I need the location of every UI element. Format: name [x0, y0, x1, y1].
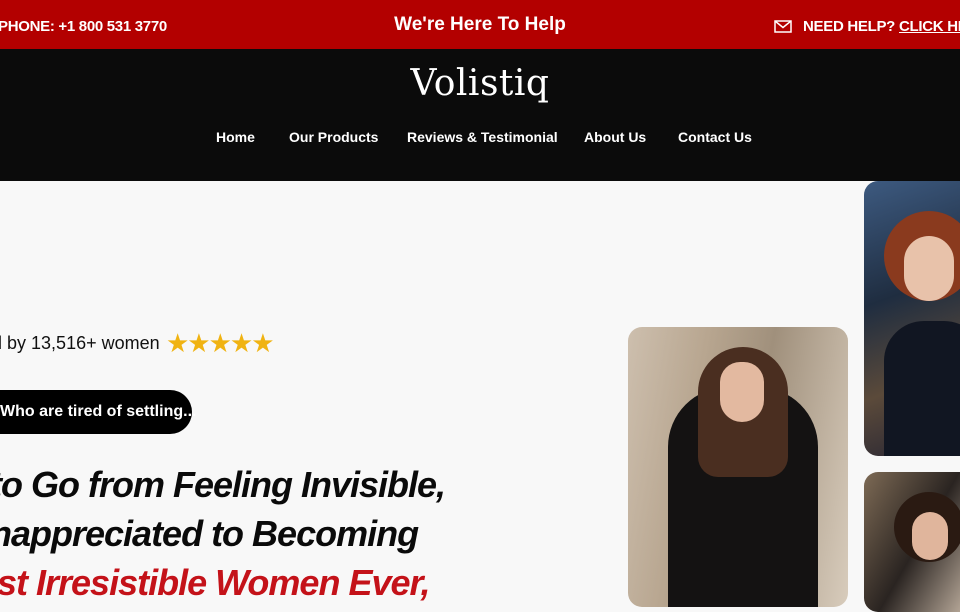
need-help: NEED HELP? CLICK HERE: [774, 18, 960, 35]
hero-photo-couple: [864, 472, 960, 612]
mail-icon: [774, 20, 792, 33]
hero-headline-line-2: nappreciated to Becoming: [0, 513, 419, 554]
top-announcement-bar: PHONE: +1 800 531 3770 We're Here To Hel…: [0, 0, 960, 49]
nav-reviews[interactable]: Reviews & Testimonial: [407, 129, 558, 145]
rating-stars-icon: ★★★★★: [166, 328, 275, 358]
hero-photo-woman-redhead: [864, 181, 960, 456]
click-here-link[interactable]: CLICK HERE: [899, 18, 960, 35]
nav-our-products[interactable]: Our Products: [289, 129, 378, 145]
rating-text: ed by 13,516+ women: [0, 333, 160, 353]
site-logo[interactable]: Volistiq: [0, 63, 960, 104]
nav-about-us[interactable]: About Us: [584, 129, 646, 145]
nav-home[interactable]: Home: [216, 129, 255, 145]
need-help-label: NEED HELP?: [803, 18, 896, 35]
hero-headline-line-1: to Go from Feeling Invisible,: [0, 464, 446, 505]
nav-contact-us[interactable]: Contact Us: [678, 129, 752, 145]
audience-pill: Who are tired of settling...: [0, 390, 196, 434]
hero-headline-line-3: ost Irresistible Women Ever,: [0, 562, 431, 603]
hero-photo-woman-seated: [628, 327, 848, 607]
site-header: Volistiq Home Our Products Reviews & Tes…: [0, 49, 960, 181]
